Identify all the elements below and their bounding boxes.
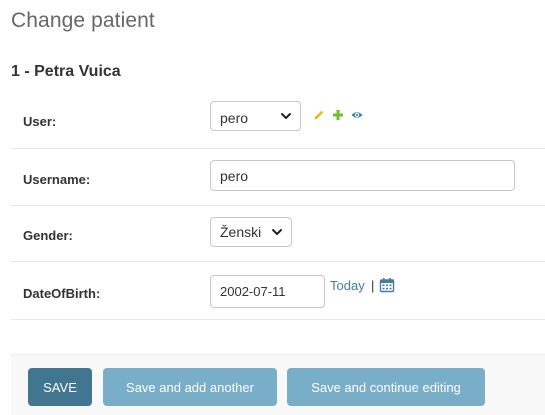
username-input[interactable]: pero	[210, 160, 515, 191]
user-select-value: pero	[220, 110, 249, 126]
gender-select-value: Ženski	[220, 224, 262, 240]
change-patient-page: Change patient 1 - Petra Vuica User: per…	[0, 0, 545, 415]
chevron-down-icon	[272, 229, 282, 235]
user-label: User:	[23, 114, 57, 129]
save-button[interactable]: Save	[28, 368, 92, 406]
form-row-date-of-birth: DateOfBirth: 2002-07-11 Today |	[11, 262, 545, 320]
chevron-down-icon	[281, 113, 291, 119]
pencil-icon[interactable]	[313, 109, 325, 121]
date-of-birth-label: DateOfBirth:	[23, 286, 101, 301]
user-related-actions	[313, 109, 363, 121]
plus-icon[interactable]	[332, 109, 344, 121]
today-link[interactable]: Today	[330, 278, 365, 293]
date-of-birth-input[interactable]: 2002-07-11	[210, 275, 325, 308]
object-heading: 1 - Petra Vuica	[11, 63, 121, 80]
form-row-user: User: pero	[11, 99, 545, 149]
gender-label: Gender:	[23, 228, 73, 243]
form-row-gender: Gender: Ženski	[11, 206, 545, 262]
user-select[interactable]: pero	[210, 101, 301, 131]
calendar-icon[interactable]	[379, 277, 395, 293]
save-and-add-another-button[interactable]: Save and add another	[103, 368, 277, 406]
form-row-username: Username: pero	[11, 149, 545, 206]
submit-row: Save Save and add another Save and conti…	[11, 354, 545, 415]
username-label: Username:	[23, 172, 91, 187]
gender-select[interactable]: Ženski	[210, 217, 292, 247]
page-title: Change patient	[11, 9, 155, 32]
save-and-continue-button[interactable]: Save and continue editing	[287, 368, 485, 406]
date-shortcut-separator: |	[371, 278, 375, 293]
eye-icon[interactable]	[351, 109, 363, 121]
